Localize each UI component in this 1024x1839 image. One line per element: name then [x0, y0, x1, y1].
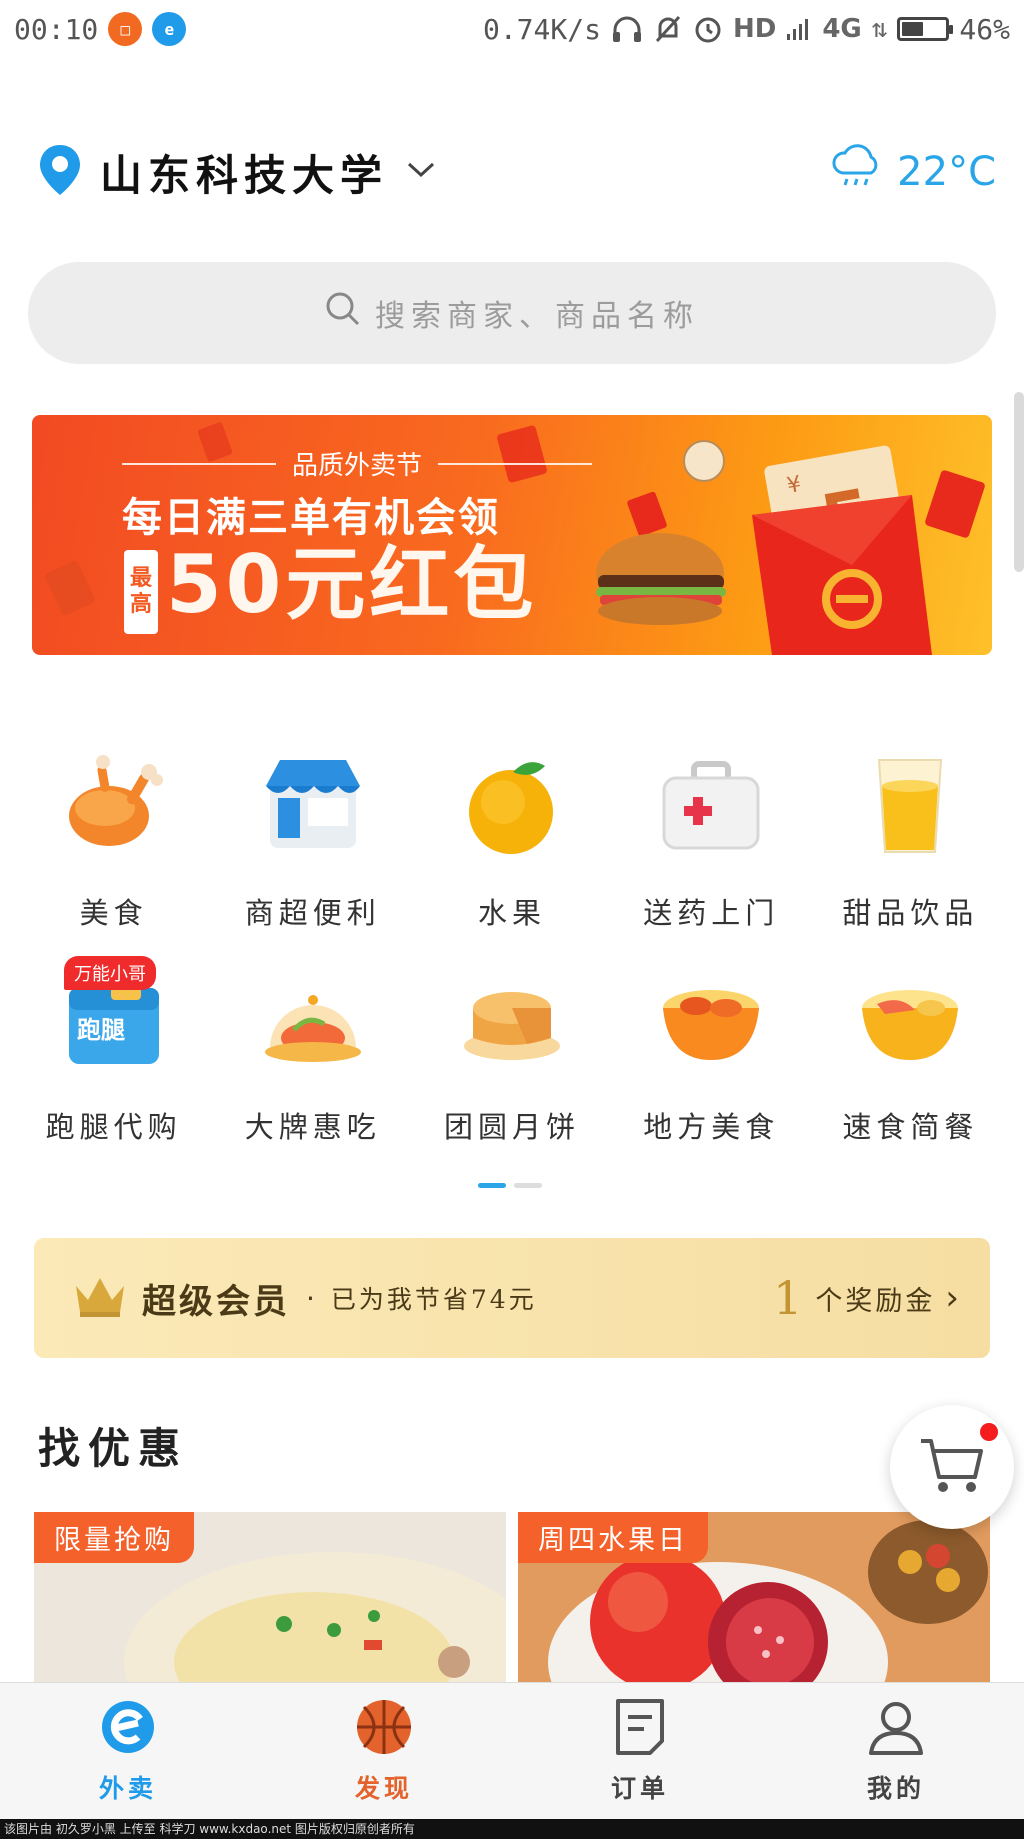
membership-saved: 已为我节省74元	[330, 1285, 537, 1314]
membership-banner[interactable]: 超级会员 · 已为我节省74元 1 个奖励金 ›	[34, 1238, 990, 1358]
hd-indicator: HD	[732, 14, 777, 44]
network-speed: 0.74K/s	[482, 12, 601, 46]
app-notification-icon: □	[108, 12, 143, 46]
temperature-value: 22	[897, 149, 949, 195]
eleme-logo-icon	[98, 1697, 158, 1761]
banner-tag: 最高	[124, 550, 158, 634]
juice-glass-icon	[855, 750, 965, 860]
deal-card-flash-sale[interactable]: 限量抢购	[34, 1512, 506, 1682]
tab-takeout[interactable]: 外卖	[0, 1683, 256, 1819]
tab-discover[interactable]: 发现	[256, 1683, 512, 1819]
deal-tag: 限量抢购	[34, 1512, 194, 1563]
promo-banner[interactable]: ¥ 5 品质外卖节 每日满三单有机会领 最高 50元红包	[32, 415, 992, 655]
banner-subtitle: 品质外卖节	[122, 445, 593, 482]
profile-icon	[866, 1697, 926, 1761]
store-icon	[258, 750, 368, 860]
mute-bell-icon	[653, 12, 683, 46]
banner-headline: 50元红包	[166, 538, 538, 631]
order-list-icon	[612, 1697, 668, 1761]
reward-count: 1	[773, 1271, 806, 1325]
membership-separator: ·	[306, 1281, 315, 1315]
location-name: 山东科技大学	[100, 150, 389, 200]
chevron-down-icon	[406, 160, 436, 184]
membership-title: 超级会员	[142, 1281, 290, 1322]
category-medicine[interactable]: 送药上门	[612, 750, 811, 930]
roast-chicken-icon	[59, 750, 169, 860]
signal-icon	[786, 12, 812, 46]
location-pin-icon	[38, 143, 82, 201]
page-indicator	[478, 1183, 542, 1188]
cart-notification-dot	[980, 1423, 998, 1441]
battery-percent: 46%	[959, 12, 1010, 46]
page-dot-active	[478, 1183, 506, 1188]
search-icon	[325, 291, 361, 335]
reward-label: 个奖励金	[815, 1285, 936, 1317]
deal-card-fruit-day[interactable]: 周四水果日	[518, 1512, 990, 1682]
fast-food-bowl-icon	[855, 964, 965, 1074]
category-dessert-drinks[interactable]: 甜品饮品	[811, 750, 1010, 930]
category-badge: 万能小哥	[64, 956, 156, 990]
bottom-tab-bar: 外卖 发现 订单 我的	[0, 1682, 1024, 1819]
battery-icon	[897, 17, 954, 41]
category-fruit[interactable]: 水果	[412, 750, 611, 930]
mooncake-icon	[457, 964, 567, 1074]
rain-cloud-icon	[829, 143, 885, 201]
status-bar: 00:10 □ e 0.74K/s HD 4G ⇅ 46%	[0, 0, 1024, 58]
alarm-icon	[693, 12, 723, 46]
network-type: 4G	[822, 14, 862, 44]
tab-profile[interactable]: 我的	[768, 1683, 1024, 1819]
page-dot	[514, 1183, 542, 1188]
cart-icon	[917, 1433, 987, 1501]
category-convenience[interactable]: 商超便利	[213, 750, 412, 930]
location-header: 山东科技大学 22°C	[38, 140, 996, 204]
search-bar[interactable]: 搜索商家、商品名称	[28, 262, 996, 364]
data-arrows-icon: ⇅	[871, 14, 888, 44]
category-food[interactable]: 美食	[14, 750, 213, 930]
errand-box-text: 跑腿	[77, 1016, 125, 1044]
medicine-box-icon	[656, 750, 766, 860]
tab-orders[interactable]: 订单	[512, 1683, 768, 1819]
category-mooncake[interactable]: 团圆月饼	[412, 964, 611, 1144]
watermark-footer: 该图片由 初久罗小黑 上传至 科学刀 www.kxdao.net 图片版权归原创…	[0, 1819, 1024, 1839]
category-brand-deals[interactable]: 大牌惠吃	[213, 964, 412, 1144]
headphones-icon	[611, 12, 643, 46]
scrollbar	[1014, 392, 1024, 572]
status-time: 00:10	[14, 12, 99, 46]
category-fast-food[interactable]: 速食简餐	[811, 964, 1010, 1144]
cart-button[interactable]	[890, 1405, 1014, 1529]
eleme-notification-icon: e	[152, 12, 187, 46]
basketball-icon	[354, 1697, 414, 1761]
category-grid: 美食 商超便利 水果 送药上门 甜品饮品 万能小哥 跑腿 跑腿代购 大牌惠吃 团…	[14, 750, 1010, 1144]
crown-icon	[74, 1274, 126, 1322]
category-local-food[interactable]: 地方美食	[612, 964, 811, 1144]
chevron-right-icon: ›	[945, 1278, 962, 1318]
search-placeholder: 搜索商家、商品名称	[375, 299, 699, 334]
deals-section-title: 找优惠	[38, 1424, 189, 1473]
orange-icon	[457, 750, 567, 860]
temperature-unit: °C	[948, 149, 996, 195]
category-errand[interactable]: 万能小哥 跑腿 跑腿代购	[14, 956, 213, 1144]
deal-tag: 周四水果日	[518, 1512, 708, 1563]
local-food-bowl-icon	[656, 964, 766, 1074]
food-dome-icon	[258, 964, 368, 1074]
weather-widget[interactable]: 22°C	[829, 143, 996, 201]
location-selector[interactable]: 山东科技大学	[38, 142, 436, 203]
